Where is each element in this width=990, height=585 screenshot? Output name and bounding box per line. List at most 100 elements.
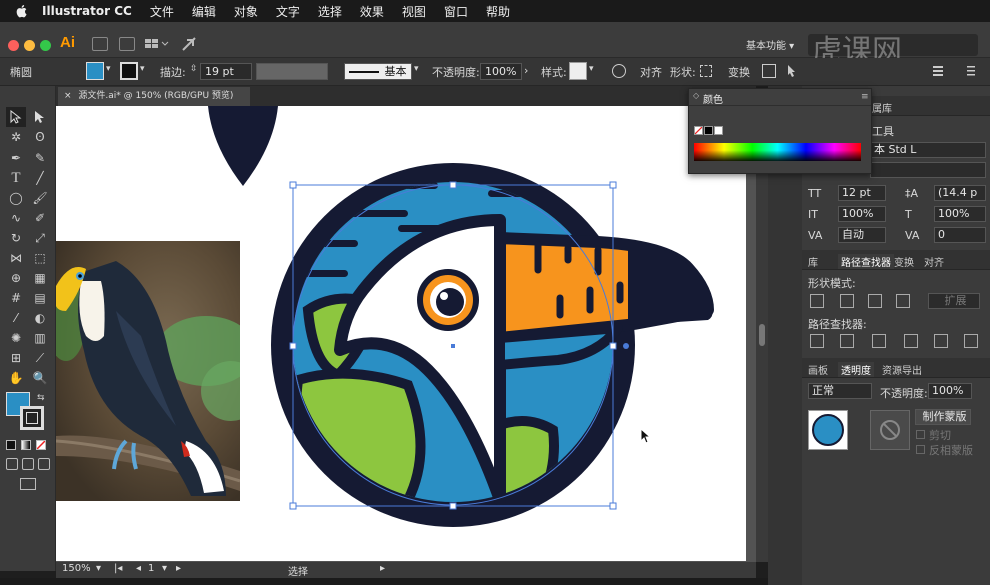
minus-back-button[interactable]	[964, 334, 978, 348]
hand-tool-icon[interactable]: ✋	[6, 368, 26, 388]
free-transform-tool-icon[interactable]: ⬚	[30, 248, 50, 268]
line-tool-icon[interactable]: ╱	[30, 168, 50, 188]
color-mode-button[interactable]	[6, 440, 16, 450]
select-similar-icon[interactable]	[786, 64, 800, 78]
document-tab[interactable]: × 源文件.ai* @ 150% (RGB/GPU 预览)	[58, 87, 250, 106]
swap-fill-stroke-icon[interactable]: ⇆	[37, 393, 45, 403]
library-tab[interactable]: 属库	[872, 100, 892, 115]
invert-mask-checkbox[interactable]	[916, 445, 925, 454]
curvature-tool-icon[interactable]: ✎	[30, 148, 50, 168]
width-tool-icon[interactable]: ⋈	[6, 248, 26, 268]
style-dropdown-icon[interactable]: ▾	[589, 64, 594, 80]
tab-artboards[interactable]: 画板	[808, 362, 828, 377]
brush-definition-dropdown[interactable]: 基本	[344, 63, 412, 80]
crop-button[interactable]	[904, 334, 918, 348]
arrange-documents-icon[interactable]	[145, 38, 169, 50]
pen-tool-icon[interactable]: ✒	[6, 148, 26, 168]
menu-view[interactable]: 视图	[402, 3, 426, 20]
tab-asset-export[interactable]: 资源导出	[882, 362, 922, 377]
object-thumbnail[interactable]	[808, 410, 848, 450]
stroke-color-swatch[interactable]	[120, 62, 138, 80]
ellipse-tool-icon[interactable]: ◯	[6, 188, 26, 208]
workspace-switcher[interactable]: 基本功能 ▾	[746, 37, 804, 53]
expand-button[interactable]: 扩展	[928, 293, 980, 309]
close-tab-icon[interactable]: ×	[64, 91, 72, 101]
clip-checkbox[interactable]	[916, 430, 925, 439]
kerning-field[interactable]: 自动	[838, 227, 886, 243]
color-panel-menu-icon[interactable]: ≡	[861, 92, 869, 102]
next-artboard-button[interactable]: ▸	[176, 563, 181, 574]
minus-front-button[interactable]	[840, 294, 854, 308]
zoom-window-button[interactable]	[40, 40, 51, 51]
horizontal-scale-field[interactable]: 100%	[934, 206, 986, 222]
tab-library[interactable]: 库	[808, 254, 818, 269]
toucan-reference-photo[interactable]	[56, 241, 240, 501]
artboard-tool-icon[interactable]: ⊞	[6, 348, 26, 368]
eyedropper-tool-icon[interactable]: ⁄	[6, 308, 26, 328]
lasso-tool-icon[interactable]: ʘ	[30, 127, 50, 147]
menu-file[interactable]: 文件	[150, 3, 174, 20]
align-button[interactable]: 对齐	[640, 64, 662, 80]
exclude-button[interactable]	[896, 294, 910, 308]
transparency-opacity-field[interactable]: 100%	[928, 383, 972, 399]
gpu-performance-icon[interactable]	[182, 37, 196, 51]
graphic-style-swatch[interactable]	[569, 62, 587, 80]
selection-bounding-box[interactable]	[288, 180, 633, 515]
isolate-object-icon[interactable]	[762, 64, 776, 78]
type-tool-icon[interactable]: T	[6, 168, 26, 188]
draw-inside-icon[interactable]	[38, 458, 50, 470]
panel-menu-icon[interactable]	[933, 64, 951, 78]
rotate-tool-icon[interactable]: ↻	[6, 228, 26, 248]
shape-properties-icon[interactable]	[700, 65, 712, 77]
symbol-sprayer-tool-icon[interactable]: ✺	[6, 328, 26, 348]
transform-button[interactable]: 变换	[728, 64, 750, 80]
draw-normal-icon[interactable]	[6, 458, 18, 470]
blend-mode-dropdown[interactable]: 正常	[808, 383, 872, 399]
font-family-field[interactable]: 本 Std L	[870, 142, 986, 158]
artboard-dropdown-icon[interactable]: ▾	[162, 563, 167, 574]
brush-dropdown-icon[interactable]: ▾	[414, 64, 419, 80]
mesh-tool-icon[interactable]: #	[6, 288, 26, 308]
color-panel-collapse-icon[interactable]: ◇	[693, 91, 699, 100]
zoom-level-dropdown[interactable]: 150%	[62, 563, 91, 574]
tab-align[interactable]: 对齐	[924, 254, 944, 269]
opacity-flyout-icon[interactable]: ›	[524, 64, 528, 80]
none-mode-button[interactable]	[36, 440, 46, 450]
leading-field[interactable]: (14.4 p	[934, 185, 986, 201]
selection-tool-icon[interactable]	[6, 107, 26, 127]
tab-pathfinder[interactable]: 路径查找器	[838, 254, 894, 269]
menu-object[interactable]: 对象	[234, 3, 258, 20]
stroke-stepper-icon[interactable]: ⇳	[190, 64, 198, 80]
opacity-label[interactable]: 不透明度:	[432, 64, 480, 80]
close-window-button[interactable]	[8, 40, 19, 51]
menu-app-name[interactable]: Illustrator CC	[42, 4, 132, 18]
stroke-weight-field[interactable]: 19 pt	[200, 63, 252, 80]
intersect-button[interactable]	[868, 294, 882, 308]
fill-dropdown-icon[interactable]: ▾	[106, 64, 111, 80]
paintbrush-tool-icon[interactable]: 🖌	[30, 188, 50, 208]
menu-type[interactable]: 文字	[276, 3, 300, 20]
tab-transform[interactable]: 变换	[894, 254, 914, 269]
unite-button[interactable]	[810, 294, 824, 308]
stock-icon[interactable]	[119, 37, 135, 51]
screen-mode-icon[interactable]	[20, 478, 36, 490]
divide-button[interactable]	[810, 334, 824, 348]
make-mask-button[interactable]: 制作蒙版	[915, 409, 971, 425]
fill-color-swatch[interactable]	[86, 62, 104, 80]
tracking-field[interactable]: 0	[934, 227, 986, 243]
perspective-grid-tool-icon[interactable]: ▦	[30, 268, 50, 288]
slice-tool-icon[interactable]: ⟋	[30, 348, 50, 368]
stroke-swatch[interactable]	[20, 406, 44, 430]
color-spectrum-bar[interactable]	[694, 143, 861, 161]
direct-selection-tool-icon[interactable]	[30, 107, 50, 127]
mask-thumbnail[interactable]	[870, 410, 910, 450]
gradient-mode-button[interactable]	[21, 440, 31, 450]
merge-button[interactable]	[872, 334, 886, 348]
none-color-swatch[interactable]	[694, 126, 703, 135]
white-color-swatch[interactable]	[714, 126, 723, 135]
scale-tool-icon[interactable]: ⤢	[30, 228, 50, 248]
outline-button[interactable]	[934, 334, 948, 348]
magic-wand-tool-icon[interactable]: ✲	[6, 127, 26, 147]
zoom-tool-icon[interactable]: 🔍	[30, 368, 50, 388]
shaper-tool-icon[interactable]: ∿	[6, 208, 26, 228]
